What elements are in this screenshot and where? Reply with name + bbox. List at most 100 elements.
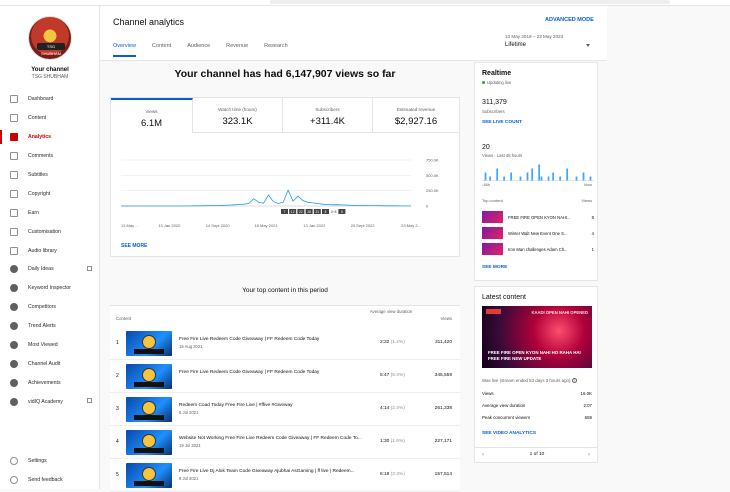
- axis-left-label: -48h: [482, 182, 491, 187]
- help-icon[interactable]: ?: [571, 378, 577, 383]
- sidebar-item-content[interactable]: Content: [0, 109, 100, 128]
- metric-subscribers[interactable]: Subscribers +311.4K: [283, 98, 373, 133]
- views-chart[interactable]: 750.0K 500.0K 250.0K 0 7 12 22 28 31 8 6~8 5 13 May …: [111, 148, 461, 240]
- sidebar-item-competitors[interactable]: Competitors: [0, 298, 100, 317]
- chevron-right-icon[interactable]: ›: [588, 452, 590, 458]
- sidebar-item-dashboard[interactable]: Dashboard: [0, 90, 100, 109]
- chevron-down-icon[interactable]: [586, 44, 590, 47]
- stat-value: 659: [584, 415, 592, 420]
- video-thumbnail[interactable]: [126, 430, 172, 455]
- video-title[interactable]: Free Fire Live Redeem Code Giveaway | FF…: [179, 370, 319, 375]
- analytics-icon: [10, 133, 18, 142]
- realtime-video-title[interactable]: Winter Walt New Event One S...: [508, 231, 567, 236]
- realtime-top-item[interactable]: Winter Walt New Event One S... 4: [482, 227, 594, 240]
- sidebar-item-label: Send feedback: [28, 477, 63, 484]
- metric-watch-time-hours-[interactable]: Watch time (hours) 323.1K: [193, 98, 283, 133]
- sidebar-item-label: Content: [28, 115, 47, 122]
- video-thumbnail[interactable]: [126, 397, 172, 422]
- sidebar-item-trend-alerts[interactable]: Trend Alerts: [0, 317, 100, 336]
- metric-views[interactable]: Views 6.1M: [111, 98, 193, 133]
- latest-video-thumbnail[interactable]: KAADI OPEN NAHI OPENED FREE FIRE OPEN KY…: [482, 306, 592, 368]
- table-row[interactable]: 4 Website Not Working Free Fire Live Rede…: [110, 426, 460, 459]
- video-thumbnail[interactable]: [126, 463, 172, 488]
- realtime-thumbnail[interactable]: [482, 227, 503, 239]
- avg-view-duration: 1:30 (1.6%): [380, 439, 405, 444]
- realtime-video-title[interactable]: FREE FIRE OPEN KYON NAHI...: [508, 215, 571, 220]
- realtime-bar: [589, 176, 592, 181]
- avd-percent: (5.4%): [390, 373, 405, 378]
- row-index: 3: [116, 406, 119, 412]
- sidebar-item-keyword-inspector[interactable]: Keyword Inspector: [0, 279, 100, 298]
- sidebar-item-audio-library[interactable]: Audio library: [0, 241, 100, 260]
- sidebar-item-analytics[interactable]: Analytics: [0, 128, 100, 147]
- video-thumbnail[interactable]: [126, 364, 172, 389]
- external-link-icon[interactable]: [87, 398, 92, 404]
- video-title[interactable]: Free Fire Live Dj Alok Team Code Giveawa…: [179, 469, 355, 474]
- metric-label: Watch time (hours): [218, 107, 257, 112]
- sidebar-item-label: Analytics: [28, 134, 52, 141]
- channel-avatar[interactable]: TSG SHUBHAM: [28, 16, 72, 60]
- table-row[interactable]: 5 Free Fire Live Dj Alok Team Code Giveaw…: [110, 459, 460, 492]
- sidebar-item-customisation[interactable]: Customisation: [0, 222, 100, 241]
- top-content-title: Your top content in this period: [242, 287, 328, 294]
- avd-percent: (1.6%): [390, 439, 405, 444]
- sidebar-item-copyright[interactable]: Copyright: [0, 184, 100, 203]
- analytics-header: Channel analytics ADVANCED MODE Overview…: [100, 6, 607, 61]
- sidebar-item-label: Most Viewed: [28, 342, 58, 349]
- realtime-bar-chart[interactable]: [482, 161, 594, 181]
- realtime-bar: [538, 164, 541, 181]
- sidebar-nav: Dashboard Content Analytics Comments Subtitl…: [0, 90, 100, 411]
- see-more-link[interactable]: SEE MORE: [121, 243, 147, 249]
- thumbnail-band: [134, 382, 164, 387]
- video-title[interactable]: Redeem Coad Today Free Fire Live | #ffiv…: [179, 403, 293, 408]
- realtime-top-item[interactable]: FREE FIRE OPEN KYON NAHI... 8: [482, 211, 594, 224]
- realtime-thumbnail[interactable]: [482, 243, 503, 255]
- realtime-thumbnail[interactable]: [482, 211, 503, 223]
- realtime-bar: [552, 172, 555, 181]
- metric-value: +311.4K: [310, 116, 345, 127]
- sidebar-item-daily-ideas[interactable]: Daily Ideas: [0, 260, 100, 279]
- table-row[interactable]: 2 Free Fire Live Redeem Code Giveaway | F…: [110, 360, 460, 393]
- video-title[interactable]: Free Fire Live Redeem Code Giveaway | FF…: [179, 337, 319, 342]
- video-views: 261,338: [434, 406, 452, 411]
- sidebar-item-send-feedback[interactable]: Send feedback: [0, 471, 100, 490]
- table-row[interactable]: 1 Free Fire Live Redeem Code Giveaway | F…: [110, 327, 460, 360]
- tab-audience[interactable]: Audience: [187, 43, 210, 57]
- sidebar-nav-bottom: Settings Send feedback: [0, 452, 100, 490]
- sidebar-item-comments[interactable]: Comments: [0, 147, 100, 166]
- sidebar-item-vidiq-academy[interactable]: vidIQ Academy: [0, 392, 100, 411]
- realtime-bar: [582, 172, 585, 181]
- date-range[interactable]: 13 May 2019 – 23 May 2023: [505, 34, 563, 39]
- external-link-icon[interactable]: [87, 266, 92, 272]
- realtime-see-more-link[interactable]: SEE MORE: [482, 265, 507, 270]
- realtime-top-item[interactable]: Iron Man challenges Adam Ch... 1: [482, 243, 594, 256]
- video-marker-label: 28: [307, 210, 311, 214]
- thumbnail-caption: FREE FIRE OPEN KYON NAHI HO RAHA HAI FRE…: [488, 350, 581, 361]
- tab-revenue[interactable]: Revenue: [226, 43, 248, 57]
- vidiq-icon: [10, 322, 18, 331]
- tab-overview[interactable]: Overview: [113, 43, 136, 57]
- video-title[interactable]: Website Not Working Free Fire Live Redee…: [179, 436, 362, 441]
- see-live-count-link[interactable]: SEE LIVE COUNT: [482, 120, 522, 125]
- sidebar-item-achievements[interactable]: Achievements: [0, 373, 100, 392]
- see-video-analytics-link[interactable]: SEE VIDEO ANALYTICS: [482, 431, 536, 436]
- advanced-mode-button[interactable]: ADVANCED MODE: [545, 17, 594, 23]
- tab-content[interactable]: Content: [152, 43, 171, 57]
- sidebar-item-channel-audit[interactable]: Channel Audit: [0, 354, 100, 373]
- sidebar-item-earn[interactable]: Earn: [0, 203, 100, 222]
- tab-research[interactable]: Research: [264, 43, 288, 57]
- sidebar-item-subtitles[interactable]: Subtitles: [0, 166, 100, 185]
- period-select[interactable]: Lifetime: [505, 42, 526, 48]
- video-thumbnail[interactable]: [126, 331, 172, 356]
- table-row[interactable]: 3 Redeem Coad Today Free Fire Live | #ffi…: [110, 393, 460, 426]
- sidebar-item-label: Settings: [28, 458, 47, 465]
- realtime-video-views: 4: [591, 231, 594, 236]
- realtime-video-title[interactable]: Iron Man challenges Adam Ch...: [508, 247, 568, 252]
- sidebar-item-label: Achievements: [28, 379, 61, 386]
- sidebar-item-settings[interactable]: Settings: [0, 452, 100, 471]
- your-channel-label: Your channel: [31, 67, 69, 73]
- metric-value: 323.1K: [222, 116, 253, 127]
- sidebar-item-most-viewed[interactable]: Most Viewed: [0, 336, 100, 355]
- metric-estimated-revenue[interactable]: Estimated revenue $2,927.16: [373, 98, 459, 133]
- sidebar-item-label: Daily Ideas: [28, 266, 54, 273]
